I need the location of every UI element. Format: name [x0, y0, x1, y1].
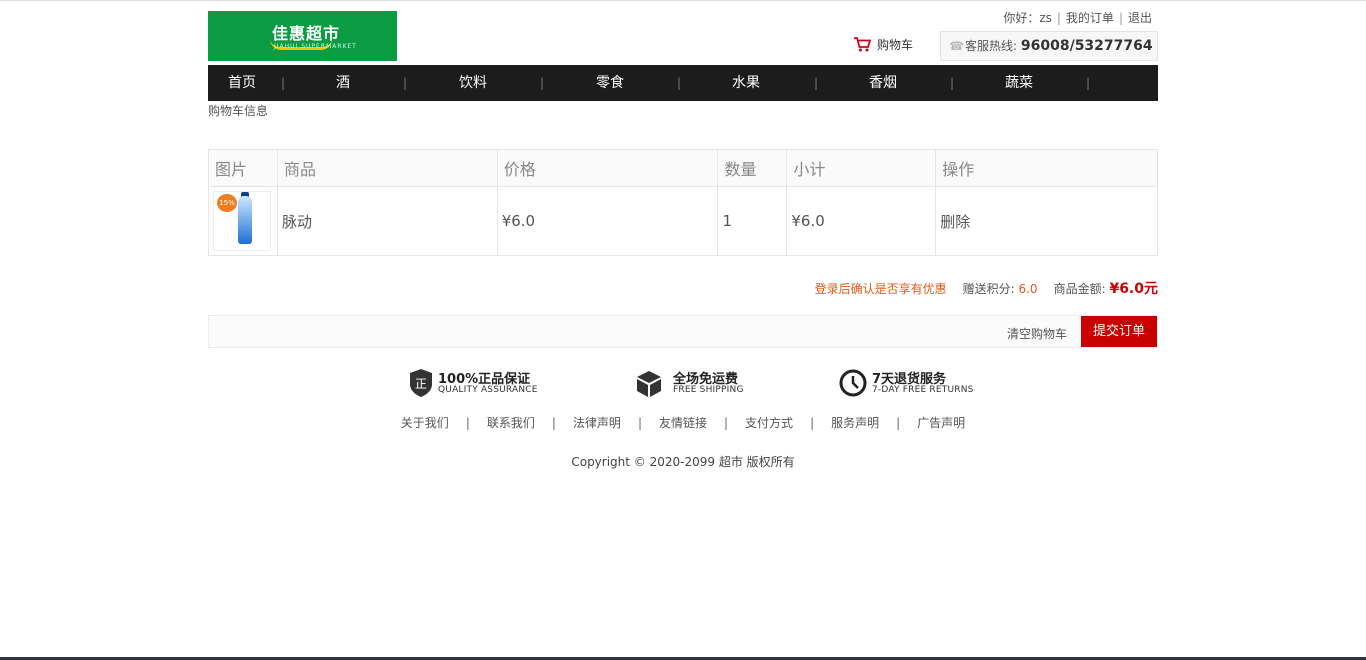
footer-link-legal[interactable]: 法律声明 [573, 416, 621, 430]
phone-icon: ☎ [949, 39, 964, 53]
footer-separator: | [896, 416, 901, 430]
nav-item-vegetables[interactable]: 蔬菜 [1005, 65, 1033, 101]
user-greeting: 你好：zs [1003, 11, 1052, 25]
nav-item-cigarettes[interactable]: 香烟 [869, 65, 897, 101]
clock-icon [839, 369, 867, 397]
footer-separator: | [724, 416, 729, 430]
product-image[interactable]: 15% [213, 191, 271, 251]
product-price: ¥6.0 [496, 186, 719, 256]
product-name[interactable]: 脉动 [276, 186, 498, 256]
nav-item-liquor[interactable]: 酒 [336, 65, 350, 101]
product-image-cell: 15% [208, 186, 278, 256]
cart-icon [854, 37, 872, 52]
column-header-image: 图片 [208, 149, 278, 187]
my-orders-link[interactable]: 我的订单 [1066, 9, 1114, 26]
discount-badge: 15% [217, 194, 237, 212]
column-header-action: 操作 [935, 149, 1158, 187]
hotline-label: 客服热线: [965, 39, 1018, 53]
footer-links: 关于我们 | 联系我们 | 法律声明 | 友情链接 | 支付方式 | 服务声明 | 广告声明 [208, 414, 1158, 431]
table-header-row: 图片 商品 价格 数量 小计 操作 [208, 149, 1158, 187]
userbar-separator: | [1056, 11, 1061, 25]
footer-separator: | [637, 416, 642, 430]
footer-link-payment[interactable]: 支付方式 [745, 416, 793, 430]
nav-separator: | [281, 76, 286, 90]
amount-label: 商品金额: [1053, 282, 1106, 296]
points-value: 6.0 [1018, 282, 1038, 296]
amount-value: ¥6.0元 [1109, 281, 1158, 297]
submit-order-button[interactable]: 提交订单 [1081, 316, 1157, 347]
cart-table: 图片 商品 价格 数量 小计 操作 15% 脉动 ¥6.0 1 ¥6.0 删除 [208, 149, 1158, 256]
box-icon [637, 371, 661, 397]
clear-cart-button[interactable]: 清空购物车 [1007, 325, 1067, 342]
nav-separator: | [677, 76, 682, 90]
logout-link[interactable]: 退出 [1128, 9, 1152, 26]
table-row: 15% 脉动 ¥6.0 1 ¥6.0 删除 [208, 186, 1158, 256]
nav-separator: | [1086, 76, 1091, 90]
site-logo[interactable]: 佳惠超市 JIAHUI SUPERMARKET [208, 11, 397, 61]
footer-link-contact[interactable]: 联系我们 [487, 416, 535, 430]
footer-separator: | [551, 416, 556, 430]
footer-link-about[interactable]: 关于我们 [401, 416, 449, 430]
nav-separator: | [540, 76, 545, 90]
cart-summary: 登录后确认是否享有优惠 赠送积分: 6.0 商品金额: ¥6.0元 [815, 278, 1158, 298]
user-bar: 你好：zs | 我的订单 | 退出 [1003, 9, 1152, 26]
product-quantity: 1 [717, 186, 788, 256]
nav-item-fruit[interactable]: 水果 [732, 65, 760, 101]
nav-separator: | [814, 76, 819, 90]
points-label: 赠送积分: [962, 282, 1015, 296]
feature-subtitle: FREE SHIPPING [673, 385, 744, 395]
cart-link[interactable]: 购物车 [853, 36, 913, 53]
cart-action-bar: 清空购物车 提交订单 [208, 315, 1158, 348]
main-nav: 首页 | 酒 | 饮料 | 零食 | 水果 | 香烟 | 蔬菜 | [208, 65, 1158, 101]
nav-item-snacks[interactable]: 零食 [596, 65, 624, 101]
service-features: 正 100%正品保证 QUALITY ASSURANCE 全场免运费 FREE … [208, 366, 1158, 402]
shield-icon: 正 [410, 369, 432, 397]
shield-icon-text: 正 [415, 377, 427, 391]
copyright-text: Copyright © 2020-2099 超市 版权所有 [571, 455, 795, 469]
footer-link-ads[interactable]: 广告声明 [917, 416, 965, 430]
column-header-subtotal: 小计 [786, 149, 937, 187]
nav-separator: | [950, 76, 955, 90]
delete-link[interactable]: 删除 [935, 186, 1158, 256]
nav-item-drinks[interactable]: 饮料 [459, 65, 487, 101]
login-discount-notice[interactable]: 登录后确认是否享有优惠 [815, 282, 947, 296]
column-header-quantity: 数量 [717, 149, 788, 187]
column-header-price: 价格 [496, 149, 719, 187]
footer-separator: | [465, 416, 470, 430]
breadcrumb: 购物车信息 [208, 104, 269, 118]
userbar-separator: | [1118, 11, 1123, 25]
feature-subtitle: QUALITY ASSURANCE [438, 385, 538, 395]
nav-item-home[interactable]: 首页 [228, 65, 256, 101]
hotline-number: 96008/53277764 [1020, 38, 1153, 54]
footer-link-friends[interactable]: 友情链接 [659, 416, 707, 430]
cart-label: 购物车 [877, 38, 914, 52]
bottle-image [238, 196, 252, 244]
hotline-box: ☎客服热线: 96008/53277764 [940, 31, 1158, 61]
top-border [0, 0, 1366, 1]
feature-subtitle: 7-DAY FREE RETURNS [872, 385, 974, 395]
nav-separator: | [403, 76, 408, 90]
product-subtotal: ¥6.0 [786, 186, 937, 256]
logo-subtext: JIAHUI SUPERMARKET [274, 43, 357, 50]
footer-link-service[interactable]: 服务声明 [831, 416, 879, 430]
footer-separator: | [810, 416, 815, 430]
column-header-product: 商品 [276, 149, 498, 187]
